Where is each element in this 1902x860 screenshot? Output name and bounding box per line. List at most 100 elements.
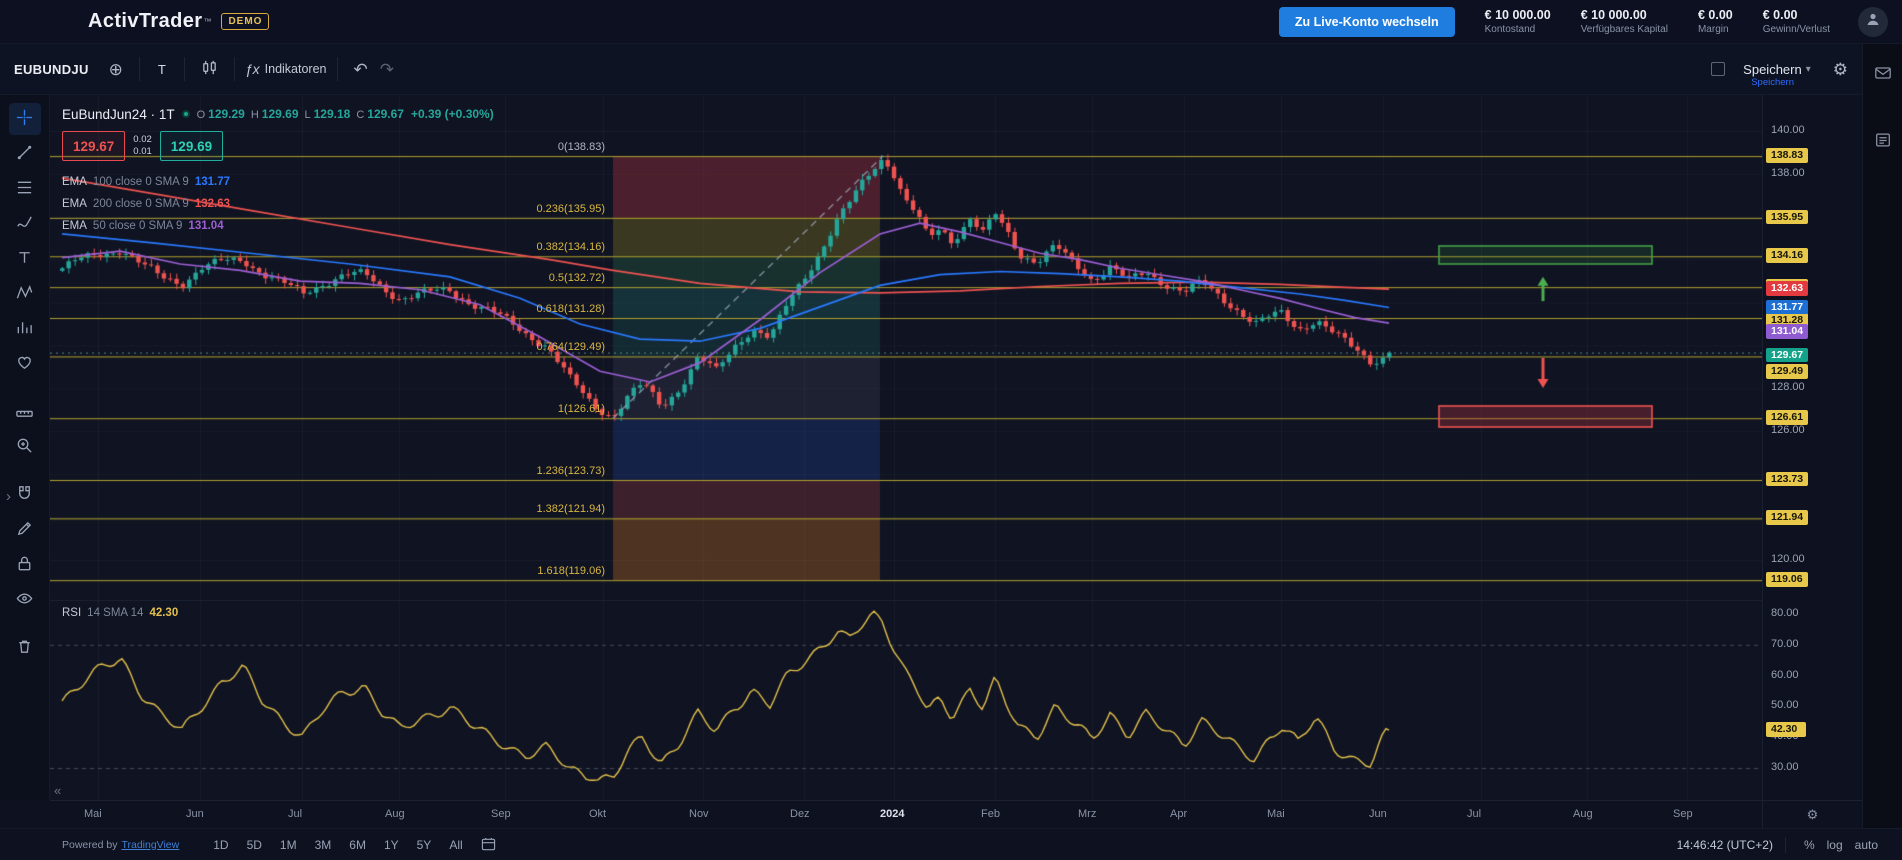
price-tick-label: 126.00 [1771,424,1805,436]
app-logo: ActivTrader™ DEMO [88,10,269,33]
remove-drawings-tool-button[interactable] [9,632,41,664]
indicator-name: EMA [62,176,87,188]
ema200-price-label: 132.63 [1766,281,1808,296]
ohlc-value: 129.29 [208,107,245,121]
logo-trademark: ™ [203,17,211,26]
chart-type-candles-icon[interactable] [195,55,224,83]
rsi-value: 42.30 [149,607,178,619]
brush-icon [15,213,34,235]
news-icon[interactable] [1874,131,1892,154]
range-1m-button[interactable]: 1M [272,834,305,856]
crosshair-icon [15,108,34,130]
indicators-label: Indikatoren [265,62,327,76]
indicators-button[interactable]: ƒx Indikatoren [245,61,327,77]
ema50-price-label: 131.04 [1766,324,1808,339]
go-to-date-icon[interactable] [481,836,496,854]
chevron-down-icon[interactable]: ▾ [1806,64,1811,75]
emoji-tool-button[interactable] [9,348,41,380]
time-axis[interactable]: Mai Jun Jul Aug Sep Okt Nov Dez 2024 Feb Mrz Apr Mai… [50,800,1762,828]
lock-drawings-icon [15,554,34,576]
trend-line-icon [15,143,34,165]
layout-checkbox[interactable] [1711,62,1725,76]
time-axis-label[interactable]: Okt [589,808,606,820]
buy-price-button[interactable]: 129.69 [160,131,223,161]
time-axis-label[interactable]: Jul [288,808,302,820]
range-6m-button[interactable]: 6M [341,834,374,856]
crosshair-tool-button[interactable] [9,103,41,135]
price-axis[interactable]: 140.00138.00128.00126.00120.0080.0070.00… [1762,95,1862,800]
log-scale-button[interactable]: log [1821,835,1849,855]
save-layout-button[interactable]: Speichern [1743,62,1802,77]
rsi-legend-row[interactable]: RSI 14 SMA 14 42.30 [62,607,178,619]
range-1y-button[interactable]: 1Y [376,834,407,856]
time-axis-label[interactable]: Aug [1573,808,1593,820]
time-axis-label[interactable]: Mrz [1078,808,1096,820]
settings-gear-icon[interactable]: ⚙ [1827,57,1854,82]
symbol-name[interactable]: EUBUNDJU [14,62,89,77]
sell-price-button[interactable]: 129.67 [62,131,125,161]
time-axis-label[interactable]: Mai [1267,808,1285,820]
indicator-legend-row[interactable]: EMA50 close 0 SMA 9131.04 [62,215,494,237]
symbol-title[interactable]: EuBundJun24 · 1T [62,107,175,122]
interval-button[interactable]: T [150,58,174,81]
mail-icon[interactable] [1874,64,1892,87]
time-axis-label[interactable]: Dez [790,808,810,820]
time-axis-label[interactable]: Jun [186,808,204,820]
avatar[interactable] [1858,7,1888,37]
rsi-tick-label: 80.00 [1771,607,1799,619]
brush-tool-button[interactable] [9,208,41,240]
time-axis-label[interactable]: Aug [385,808,405,820]
axis-settings-gear-icon[interactable]: ⚙ [1762,800,1862,828]
spread-values: 0.02 0.01 [125,131,160,161]
indicator-value: 131.77 [195,176,230,188]
time-axis-label[interactable]: Nov [689,808,709,820]
rail-expander-chevron-icon[interactable]: › [2,486,15,507]
range-1d-button[interactable]: 1D [205,834,236,856]
range-5d-button[interactable]: 5D [239,834,270,856]
drawing-tool-button[interactable] [9,514,41,546]
time-axis-label[interactable]: 2024 [880,808,904,820]
hide-drawings-tool-button[interactable] [9,584,41,616]
percent-scale-button[interactable]: % [1798,835,1821,855]
time-axis-label[interactable]: Jun [1369,808,1387,820]
forecast-tool-button[interactable] [9,313,41,345]
rsi-tick-label: 70.00 [1771,638,1799,650]
spread-bottom: 0.01 [133,146,152,158]
undo-icon[interactable]: ↶ [348,57,374,82]
last-price-label: 129.67 [1766,348,1808,363]
price-tick-label: 140.00 [1771,124,1805,136]
zoom-in-tool-button[interactable] [9,431,41,463]
account-stats: € 10 000.00Kontostand€ 10 000.00Verfügba… [1485,8,1830,35]
collapse-chevrons-icon[interactable]: « [54,783,61,798]
time-axis-label[interactable]: Sep [1673,808,1693,820]
fib-price-label: 129.49 [1766,364,1808,379]
range-5y-button[interactable]: 5Y [409,834,440,856]
time-axis-label[interactable]: Feb [981,808,1000,820]
range-3m-button[interactable]: 3M [307,834,340,856]
time-axis-label[interactable]: Sep [491,808,511,820]
auto-scale-button[interactable]: auto [1849,835,1884,855]
rsi-value-label: 42.30 [1766,722,1806,737]
range-all-button[interactable]: All [441,834,470,856]
fib-retracement-tool-button[interactable] [9,173,41,205]
buy-price: 129.69 [171,139,212,154]
lock-drawings-tool-button[interactable] [9,549,41,581]
account-stat: € 10 000.00Kontostand [1485,8,1551,35]
time-axis-label[interactable]: Apr [1170,808,1187,820]
trend-line-tool-button[interactable] [9,138,41,170]
indicator-legend-row[interactable]: EMA200 close 0 SMA 9132.63 [62,193,494,215]
stat-label: Margin [1698,24,1733,35]
measure-tool-button[interactable] [9,396,41,428]
chart-area[interactable]: EuBundJun24 · 1T O129.29H129.69L129.18C1… [50,95,1762,800]
indicator-legend-row[interactable]: EMA100 close 0 SMA 9131.77 [62,171,494,193]
time-axis-label[interactable]: Jul [1467,808,1481,820]
xabcd-pattern-tool-button[interactable] [9,278,41,310]
switch-to-live-button[interactable]: Zu Live-Konto wechseln [1279,7,1455,37]
text-tool-tool-button[interactable] [9,243,41,275]
redo-icon[interactable]: ↷ [374,57,400,82]
add-symbol-icon[interactable]: ⊕ [103,57,129,82]
tradingview-link[interactable]: TradingView [121,839,179,851]
clock-label[interactable]: 14:46:42 (UTC+2) [1677,838,1773,852]
stat-value: € 0.00 [1698,8,1733,22]
time-axis-label[interactable]: Mai [84,808,102,820]
